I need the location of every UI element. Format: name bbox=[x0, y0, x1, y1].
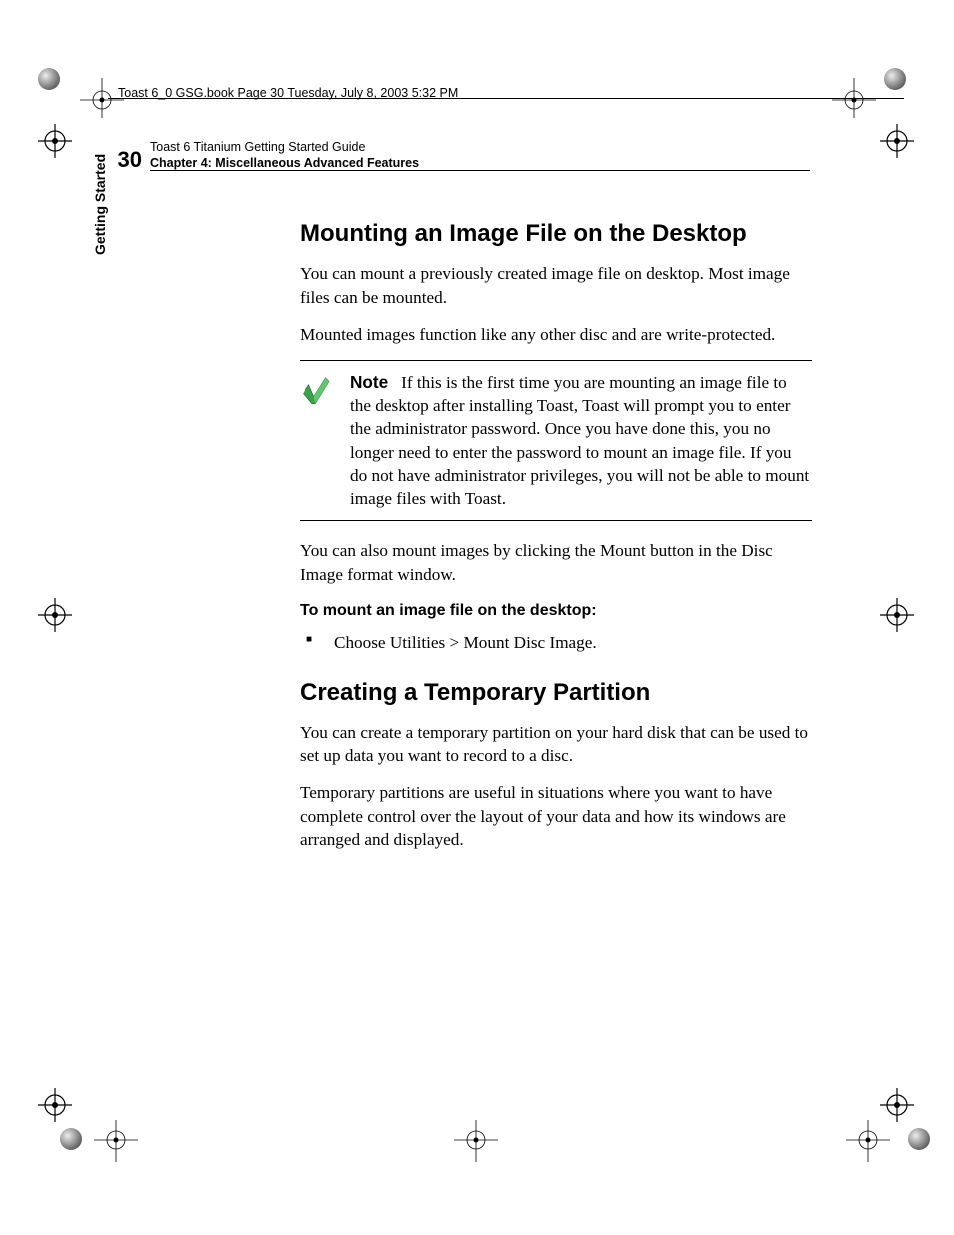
crosshair-small-icon bbox=[838, 1120, 898, 1180]
note-label: Note bbox=[350, 372, 388, 392]
registration-mark-icon bbox=[38, 68, 60, 90]
list-item: Choose Utilities > Mount Disc Image. bbox=[300, 631, 812, 654]
note-text: Note If this is the first time you are m… bbox=[340, 371, 812, 510]
para: You can also mount images by clicking th… bbox=[300, 539, 812, 585]
procedure-heading: To mount an image file on the desktop: bbox=[300, 600, 812, 622]
heading-mounting: Mounting an Image File on the Desktop bbox=[300, 218, 812, 250]
crosshair-small-icon bbox=[86, 1120, 146, 1180]
registration-mark-icon bbox=[884, 68, 906, 90]
note-box: Note If this is the first time you are m… bbox=[300, 360, 812, 521]
crosshair-small-icon bbox=[446, 1120, 506, 1180]
crosshair-icon bbox=[880, 124, 914, 158]
crosshair-icon bbox=[38, 1088, 72, 1122]
slug-rule bbox=[108, 98, 904, 99]
registration-mark-icon bbox=[60, 1128, 82, 1150]
para: You can create a temporary partition on … bbox=[300, 721, 812, 767]
checkmark-icon bbox=[300, 371, 340, 510]
header-rule bbox=[150, 170, 810, 171]
crosshair-small-icon bbox=[72, 60, 132, 120]
running-head: 30 Toast 6 Titanium Getting Started Guid… bbox=[108, 140, 828, 171]
page: Toast 6_0 GSG.book Page 30 Tuesday, July… bbox=[0, 0, 954, 1235]
body-column: Mounting an Image File on the Desktop Yo… bbox=[300, 218, 812, 865]
book-title: Toast 6 Titanium Getting Started Guide bbox=[150, 140, 419, 156]
procedure-list: Choose Utilities > Mount Disc Image. bbox=[300, 631, 812, 654]
note-body: If this is the first time you are mounti… bbox=[350, 373, 809, 508]
crosshair-icon bbox=[880, 1088, 914, 1122]
chapter-title: Chapter 4: Miscellaneous Advanced Featur… bbox=[150, 156, 419, 172]
crosshair-icon bbox=[38, 124, 72, 158]
registration-mark-icon bbox=[908, 1128, 930, 1150]
crosshair-icon bbox=[880, 598, 914, 632]
crosshair-icon bbox=[38, 598, 72, 632]
para: Temporary partitions are useful in situa… bbox=[300, 781, 812, 851]
heading-partition: Creating a Temporary Partition bbox=[300, 677, 812, 709]
running-head-lines: Toast 6 Titanium Getting Started Guide C… bbox=[150, 140, 419, 171]
para: You can mount a previously created image… bbox=[300, 262, 812, 308]
page-number: 30 bbox=[108, 149, 142, 171]
side-tab: Getting Started bbox=[92, 135, 108, 255]
crosshair-small-icon bbox=[824, 60, 884, 120]
para: Mounted images function like any other d… bbox=[300, 323, 812, 346]
